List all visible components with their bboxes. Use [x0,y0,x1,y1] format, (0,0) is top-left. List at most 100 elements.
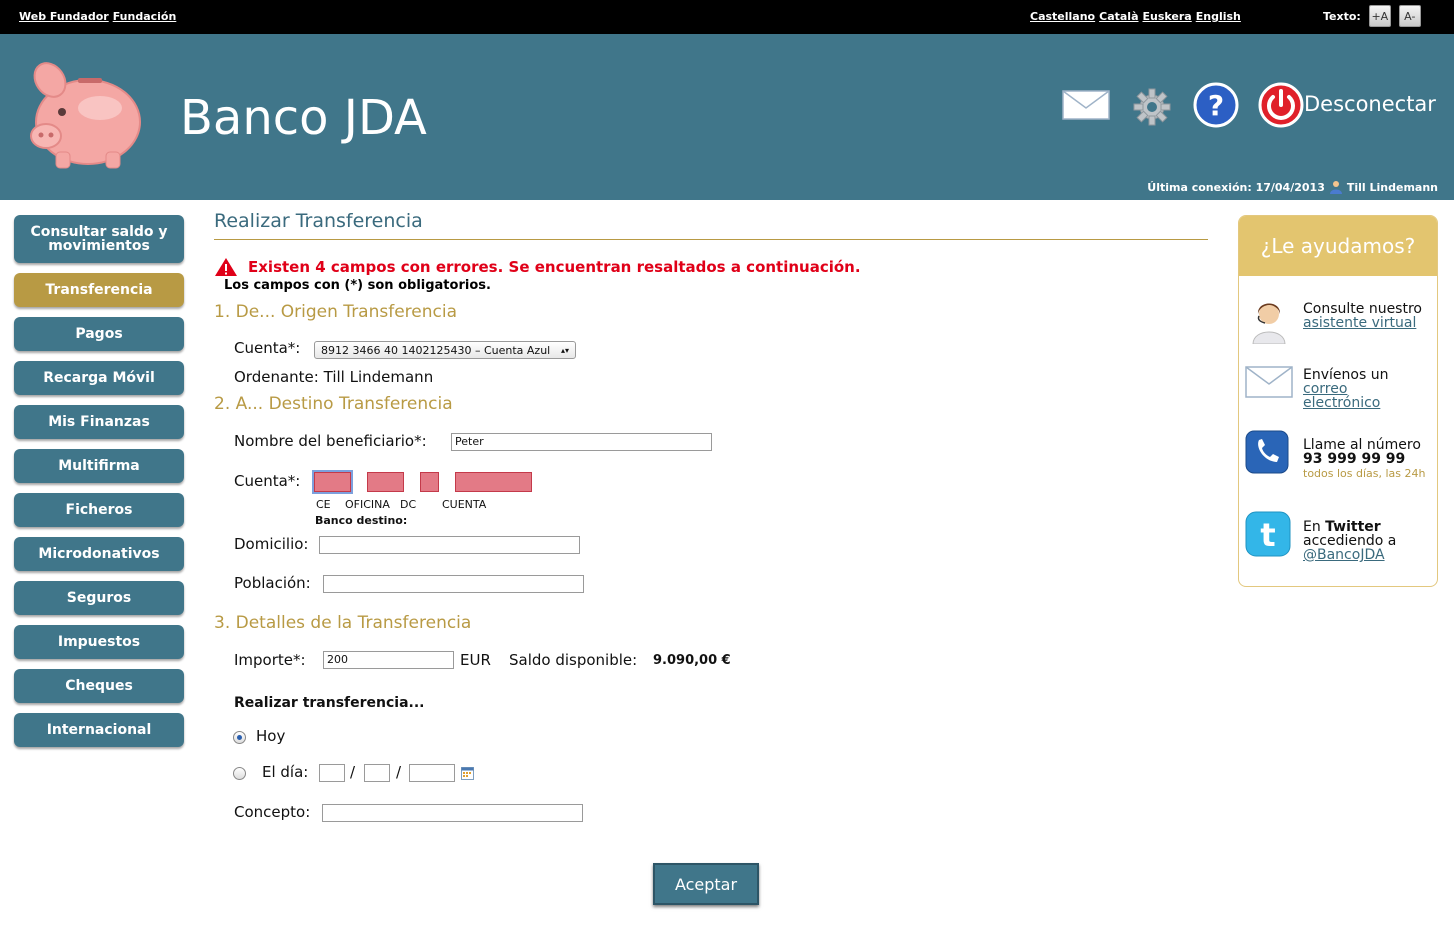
twitter-link[interactable]: @BancoJDA [1303,547,1385,563]
ordenante-row: Ordenante: Till Lindemann [234,368,433,386]
nav-internacional[interactable]: Internacional [14,713,184,747]
ordenante-label: Ordenante: [234,368,319,386]
mail-icon[interactable] [1062,90,1110,120]
error-message: Existen 4 campos con errores. Se encuent… [248,258,861,276]
lang-catala-link[interactable]: Català [1099,10,1138,23]
origin-account-select[interactable]: 8912 3466 40 1402125430 – Cuenta Azul ▴▾ [314,341,576,359]
section-origin-heading: 1. De... Origen Transferencia [214,302,458,322]
date-sep-1: / [350,763,356,781]
web-fundador-link[interactable]: Web Fundador [19,10,109,23]
dc-caption: DC [400,498,417,511]
phone-number: 93 999 99 99 [1303,451,1406,467]
nav-seguros[interactable]: Seguros [14,581,184,615]
nav-ficheros[interactable]: Ficheros [14,493,184,527]
nav-microdonativos[interactable]: Microdonativos [14,537,184,571]
account-oficina-input[interactable] [367,472,404,492]
account-cuenta-input[interactable] [455,472,532,492]
user-name: Till Lindemann [1346,180,1438,194]
twitter-icon: t [1245,511,1291,557]
power-icon[interactable] [1258,82,1304,128]
account-ce-input[interactable] [314,472,351,492]
language-selector: Castellano Català Euskera English [1030,10,1245,23]
ce-caption: CE [316,498,331,511]
importe-label: Importe*: [234,651,306,669]
phone-icon [1245,430,1289,474]
currency-label: EUR [460,651,491,669]
transfer-form: Realizar Transferencia Existen 4 campos … [214,210,1208,905]
error-banner: Existen 4 campos con errores. Se encuent… [214,257,861,277]
svg-text:?: ? [1208,89,1224,122]
warning-icon [215,258,237,276]
section-destination-heading: 2. A... Destino Transferencia [214,394,453,414]
select-arrows-icon: ▴▾ [560,345,569,355]
concepto-input[interactable] [322,804,583,822]
svg-text:t: t [1260,516,1275,554]
lang-castellano-link[interactable]: Castellano [1030,10,1095,23]
importe-input[interactable]: 200 [323,651,454,669]
saldo-label: Saldo disponible: [509,651,638,669]
date-sep-2: / [396,763,402,781]
concepto-label: Concepto: [234,803,311,821]
nav-multifirma[interactable]: Multifirma [14,449,184,483]
radio-el-dia[interactable] [233,767,246,780]
top-links: Web Fundador Fundación [19,10,180,23]
month-input[interactable] [364,764,390,782]
gear-icon[interactable] [1132,87,1172,127]
help-title: ¿Le ayudamos? [1239,216,1437,276]
sidebar-nav: Consultar saldo y movimientos Transferen… [14,215,184,757]
nav-mis-finanzas[interactable]: Mis Finanzas [14,405,184,439]
fundacion-link[interactable]: Fundación [113,10,177,23]
origin-account-value: 8912 3466 40 1402125430 – Cuenta Azul [321,343,551,357]
bank-name: Banco JDA [180,90,427,146]
section-details-heading: 3. Detalles de la Transferencia [214,613,472,633]
beneficiary-input[interactable]: Peter [451,433,712,451]
help-icon[interactable]: ? [1193,82,1239,128]
saldo-value: 9.090,00 € [653,653,731,668]
poblacion-label: Población: [234,574,311,592]
mail-text-block: Envíenos un correo electrónico [1303,368,1437,410]
logout-button[interactable]: Desconectar [1304,92,1436,116]
realizar-label: Realizar transferencia... [234,695,425,711]
banco-destino-label: Banco destino: [315,514,408,527]
nav-cheques[interactable]: Cheques [14,669,184,703]
phone-hours: todos los días, las 24h [1303,467,1426,480]
destination-account-label: Cuenta*: [234,472,301,490]
nav-impuestos[interactable]: Impuestos [14,625,184,659]
beneficiary-label: Nombre del beneficiario*: [234,432,427,450]
required-note: Los campos con (*) son obligatorios. [224,278,491,293]
day-input[interactable] [319,764,345,782]
text-decrease-button[interactable]: A- [1398,5,1421,27]
year-input[interactable] [409,764,455,782]
el-dia-label: El día: [262,763,309,781]
nav-pagos[interactable]: Pagos [14,317,184,351]
lang-euskera-link[interactable]: Euskera [1143,10,1192,23]
nav-transferencia[interactable]: Transferencia [14,273,184,307]
assistant-link[interactable]: asistente virtual [1303,315,1416,331]
text-size-label: Texto: [1323,9,1361,23]
hoy-label: Hoy [256,727,286,745]
domicilio-input[interactable] [319,536,580,554]
nav-consultar-saldo[interactable]: Consultar saldo y movimientos [14,215,184,263]
header: Banco JDA ? Desconectar Última conexión:… [0,34,1454,200]
piggy-bank-logo [30,62,141,169]
text-size-controls: Texto: +A A- [1323,5,1421,27]
radio-hoy[interactable] [233,731,246,744]
help-panel: ¿Le ayudamos? Consulte nuestro asistente… [1238,215,1438,587]
mail-help-icon [1245,366,1293,398]
account-dc-input[interactable] [420,472,439,492]
domicilio-label: Domicilio: [234,535,309,553]
mail-link-part2[interactable]: electrónico [1303,395,1380,411]
oficina-caption: OFICINA [345,498,390,511]
top-bar: Web Fundador Fundación Castellano Català Eu… [0,0,1454,34]
last-connection-info: Última conexión: 17/04/2013 Till Lindema… [1147,180,1438,194]
lang-english-link[interactable]: English [1196,10,1241,23]
assistant-avatar-icon [1252,303,1286,344]
poblacion-input[interactable] [323,575,584,593]
ordenante-value: Till Lindemann [323,368,434,386]
calendar-icon[interactable] [461,767,474,780]
text-increase-button[interactable]: +A [1368,5,1391,27]
assistant-text-block: Consulte nuestro asistente virtual [1303,302,1422,330]
accept-button[interactable]: Aceptar [653,863,759,905]
cuenta-caption: CUENTA [442,498,487,511]
nav-recarga-movil[interactable]: Recarga Móvil [14,361,184,395]
